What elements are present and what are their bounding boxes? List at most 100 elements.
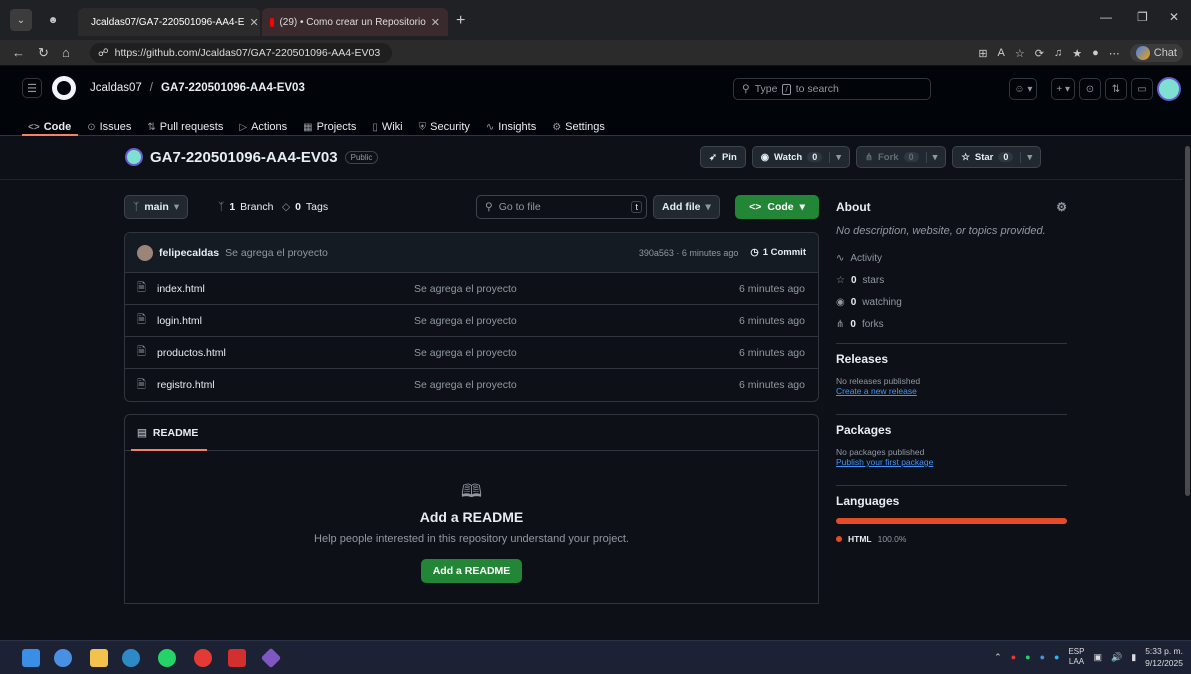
github-logo-icon[interactable] [52,76,76,100]
file-name[interactable]: productos.html [157,347,414,359]
tab-settings[interactable]: ⚙ Settings [546,118,611,136]
scrollbar[interactable] [1183,136,1191,592]
browser-tab-youtube[interactable]: (29) • Como crear un Repositorio ✕ [262,8,448,36]
pull-requests-icon[interactable]: ⇅ [1105,78,1127,100]
create-release-link[interactable]: Create a new release [836,386,1067,396]
tab-projects[interactable]: ▦ Projects [297,118,362,136]
extension-icon[interactable]: ⟳ [1035,47,1044,60]
table-row[interactable]: 🗎 index.html Se agrega el proyecto 6 minute… [125,273,818,305]
tray-app-icon[interactable]: ● [1040,652,1045,662]
chevron-up-icon[interactable]: ⌃ [994,652,1002,663]
browser-tab-active[interactable]: Jcaldas07/GA7-220501096-AA4-E ✕ [78,8,260,36]
window-close-icon[interactable]: ✕ [1169,10,1179,24]
readme-tab[interactable]: ▤ README [125,415,818,451]
workspaces-icon[interactable]: ☻ [42,9,64,31]
file-commit-message[interactable]: Se agrega el proyecto [414,347,517,359]
user-avatar[interactable] [1157,77,1181,101]
tray-app-icon[interactable]: ● [1011,652,1016,662]
table-row[interactable]: 🗎 productos.html Se agrega el proyecto 6 mi… [125,337,818,369]
commit-count-link[interactable]: ◷ 1 Commit [750,247,806,258]
code-button[interactable]: <> Code ▾ [735,195,819,219]
publish-package-link[interactable]: Publish your first package [836,457,1067,467]
activity-link[interactable]: ∿ Activity [836,247,1067,269]
tab-wiki[interactable]: ▯ Wiki [366,118,408,136]
favorites-icon[interactable]: ★ [1072,47,1082,60]
commit-hash[interactable]: 390a563 · 6 minutes ago [639,248,739,258]
file-name[interactable]: index.html [157,283,414,295]
close-tab-icon[interactable]: ✕ [249,16,258,29]
branch-select[interactable]: ᛉ main ▾ [124,195,189,219]
more-icon[interactable]: ⋯ [1109,47,1120,60]
breadcrumb-owner[interactable]: Jcaldas07 [90,82,142,94]
new-tab-button[interactable]: + [456,12,465,30]
search-input[interactable]: ⚲ Type / to search [733,78,931,100]
stars-link[interactable]: ☆ 0 stars [836,269,1067,291]
copilot-chat-button[interactable]: Chat [1129,44,1183,62]
whatsapp-icon[interactable] [158,649,176,667]
file-name[interactable]: registro.html [157,379,414,391]
network-icon[interactable]: ▣ [1093,652,1102,663]
file-commit-message[interactable]: Se agrega el proyecto [414,315,517,327]
tab-issues[interactable]: ⊙ Issues [81,118,137,136]
star-button[interactable]: ☆ Star 0 ▾ [952,146,1042,168]
tray-app-icon[interactable]: ● [1054,652,1059,662]
tags-link[interactable]: ◇ 0 Tags [274,195,336,219]
add-file-button[interactable]: Add file ▾ [653,195,720,219]
refresh-icon[interactable]: ↻ [38,45,49,61]
pdf-reader-icon[interactable] [228,649,246,667]
volume-icon[interactable]: 🔊 [1111,652,1122,663]
fork-button[interactable]: ⋔ Fork 0 ▾ [856,146,947,168]
file-commit-message[interactable]: Se agrega el proyecto [414,283,517,295]
breadcrumb-repo[interactable]: GA7-220501096-AA4-EV03 [161,82,305,94]
dev-tool-icon[interactable] [260,647,282,669]
packages-title[interactable]: Packages [836,423,1067,437]
tab-security[interactable]: ⛨ Security [413,118,476,136]
language-item[interactable]: HTML 100.0% [836,534,1067,544]
pin-button[interactable]: ➶ Pin [700,146,746,168]
file-explorer-icon[interactable] [90,649,108,667]
gear-icon[interactable]: ⚙ [1056,200,1067,214]
scrollbar-thumb[interactable] [1185,146,1190,496]
favorite-star-icon[interactable]: ☆ [1015,47,1025,60]
releases-title[interactable]: Releases [836,352,1067,366]
tab-actions[interactable]: ▷ Actions [233,118,293,136]
forks-link[interactable]: ⋔ 0 forks [836,313,1067,335]
tab-pull-requests[interactable]: ⇅ Pull requests [141,118,229,136]
profile-icon[interactable]: ● [1092,47,1099,59]
commit-message[interactable]: Se agrega el proyecto [225,247,328,259]
watch-button[interactable]: ◉ Watch 0 ▾ [751,146,850,168]
battery-icon[interactable]: ▮ [1131,652,1136,663]
commit-author-avatar[interactable] [137,244,153,261]
table-row[interactable]: 🗎 login.html Se agrega el proyecto 6 minute… [125,305,818,337]
tab-insights[interactable]: ∿ Insights [480,118,542,136]
file-commit-message[interactable]: Se agrega el proyecto [414,379,517,391]
table-row[interactable]: 🗎 registro.html Se agrega el proyecto 6 min… [125,369,818,401]
copilot-app-icon[interactable] [54,649,72,667]
copilot-button[interactable]: ☺ ▾ [1009,78,1038,100]
clock[interactable]: 5:33 p. m. 9/12/2025 [1145,645,1183,669]
minimize-icon[interactable]: — [1100,10,1112,24]
maximize-icon[interactable]: ❐ [1137,10,1148,24]
edge-browser-icon[interactable] [122,649,140,667]
create-new-button[interactable]: + ▾ [1051,78,1075,100]
file-name[interactable]: login.html [157,315,414,327]
windows-start-icon[interactable] [22,649,40,667]
inbox-icon[interactable]: ▭ [1131,78,1153,100]
read-aloud-icon[interactable]: A [998,47,1005,59]
home-icon[interactable]: ⌂ [62,45,70,60]
tray-app-icon[interactable]: ● [1025,652,1030,662]
apps-icon[interactable]: ⊞ [978,47,987,60]
input-language[interactable]: ESP LAA [1068,647,1084,667]
commit-author[interactable]: felipecaldas [159,247,219,259]
close-tab-icon[interactable]: ✕ [431,16,440,29]
add-readme-button[interactable]: Add a README [420,559,523,583]
hamburger-menu-icon[interactable]: ☰ [22,78,42,98]
app-icon[interactable] [194,649,212,667]
tab-actions-button[interactable]: ⌄ [10,9,32,31]
music-extension-icon[interactable]: ♫ [1054,47,1062,59]
branches-link[interactable]: ᛉ 1 Branch [210,195,281,219]
watching-link[interactable]: ◉ 0 watching [836,291,1067,313]
url-bar[interactable]: ☍ https://github.com/Jcaldas07/GA7-22050… [90,43,392,63]
back-icon[interactable]: ← [12,45,25,60]
issues-icon[interactable]: ⊙ [1079,78,1101,100]
